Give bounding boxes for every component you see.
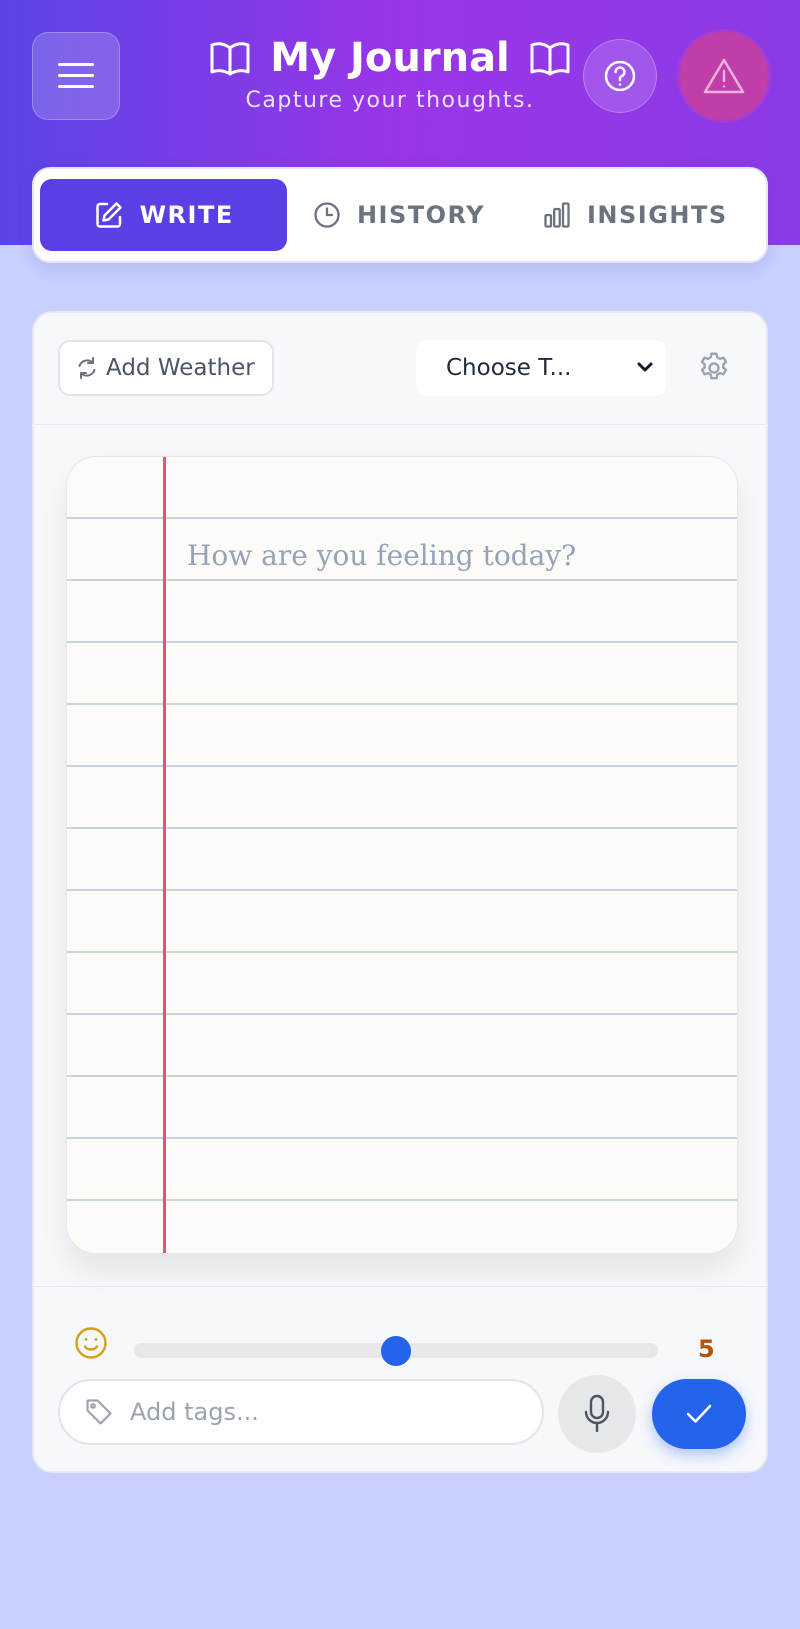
tab-history[interactable]: HISTORY: [287, 179, 510, 251]
add-weather-label: Add Weather: [106, 355, 255, 381]
entry-footer: 5: [34, 1286, 766, 1471]
chevron-down-icon: [637, 362, 653, 372]
mood-slider-thumb[interactable]: [381, 1336, 411, 1366]
mood-slider[interactable]: [134, 1336, 658, 1366]
warning-icon: [703, 58, 745, 94]
clock-icon: [314, 202, 340, 228]
entry-toolbar: Add Weather Choose T...: [34, 313, 766, 425]
alert-button[interactable]: [680, 32, 768, 120]
help-icon: [604, 60, 636, 92]
pencil-icon: [95, 202, 122, 228]
menu-button[interactable]: [32, 32, 120, 120]
journal-card: Add Weather Choose T... 5: [32, 311, 768, 1473]
book-open-icon: [530, 42, 570, 76]
page-title: My Journal: [270, 35, 510, 81]
lined-paper: [66, 456, 738, 1254]
template-select-value: Choose T...: [446, 355, 572, 381]
help-button[interactable]: [583, 39, 657, 113]
settings-button[interactable]: [694, 348, 734, 388]
hamburger-icon: [58, 63, 94, 88]
add-weather-button[interactable]: Add Weather: [58, 340, 274, 396]
gear-icon: [700, 352, 728, 380]
smiley-icon: [75, 1327, 107, 1359]
mood-value: 5: [698, 1335, 715, 1363]
tab-history-label: HISTORY: [356, 201, 486, 229]
tab-insights[interactable]: INSIGHTS: [511, 179, 760, 251]
margin-line: [163, 457, 166, 1253]
microphone-icon: [584, 1394, 610, 1433]
save-entry-button[interactable]: [652, 1379, 746, 1449]
template-select[interactable]: Choose T...: [416, 340, 666, 396]
title-block: My Journal Capture your thoughts.: [200, 30, 580, 113]
voice-input-button[interactable]: [558, 1375, 636, 1453]
tab-insights-label: INSIGHTS: [587, 201, 728, 229]
journal-entry-input[interactable]: [187, 525, 707, 585]
book-open-icon: [210, 42, 250, 76]
page-subtitle: Capture your thoughts.: [245, 88, 535, 113]
refresh-icon: [78, 357, 96, 379]
tag-icon: [86, 1399, 112, 1425]
tags-field[interactable]: [58, 1379, 544, 1445]
bar-chart-icon: [544, 202, 570, 228]
tab-write[interactable]: WRITE: [40, 179, 288, 251]
tab-bar: WRITE HISTORY INSIGHTS: [32, 167, 768, 263]
check-icon: [686, 1404, 712, 1423]
tags-input[interactable]: [130, 1398, 490, 1426]
tab-write-label: WRITE: [139, 201, 234, 229]
